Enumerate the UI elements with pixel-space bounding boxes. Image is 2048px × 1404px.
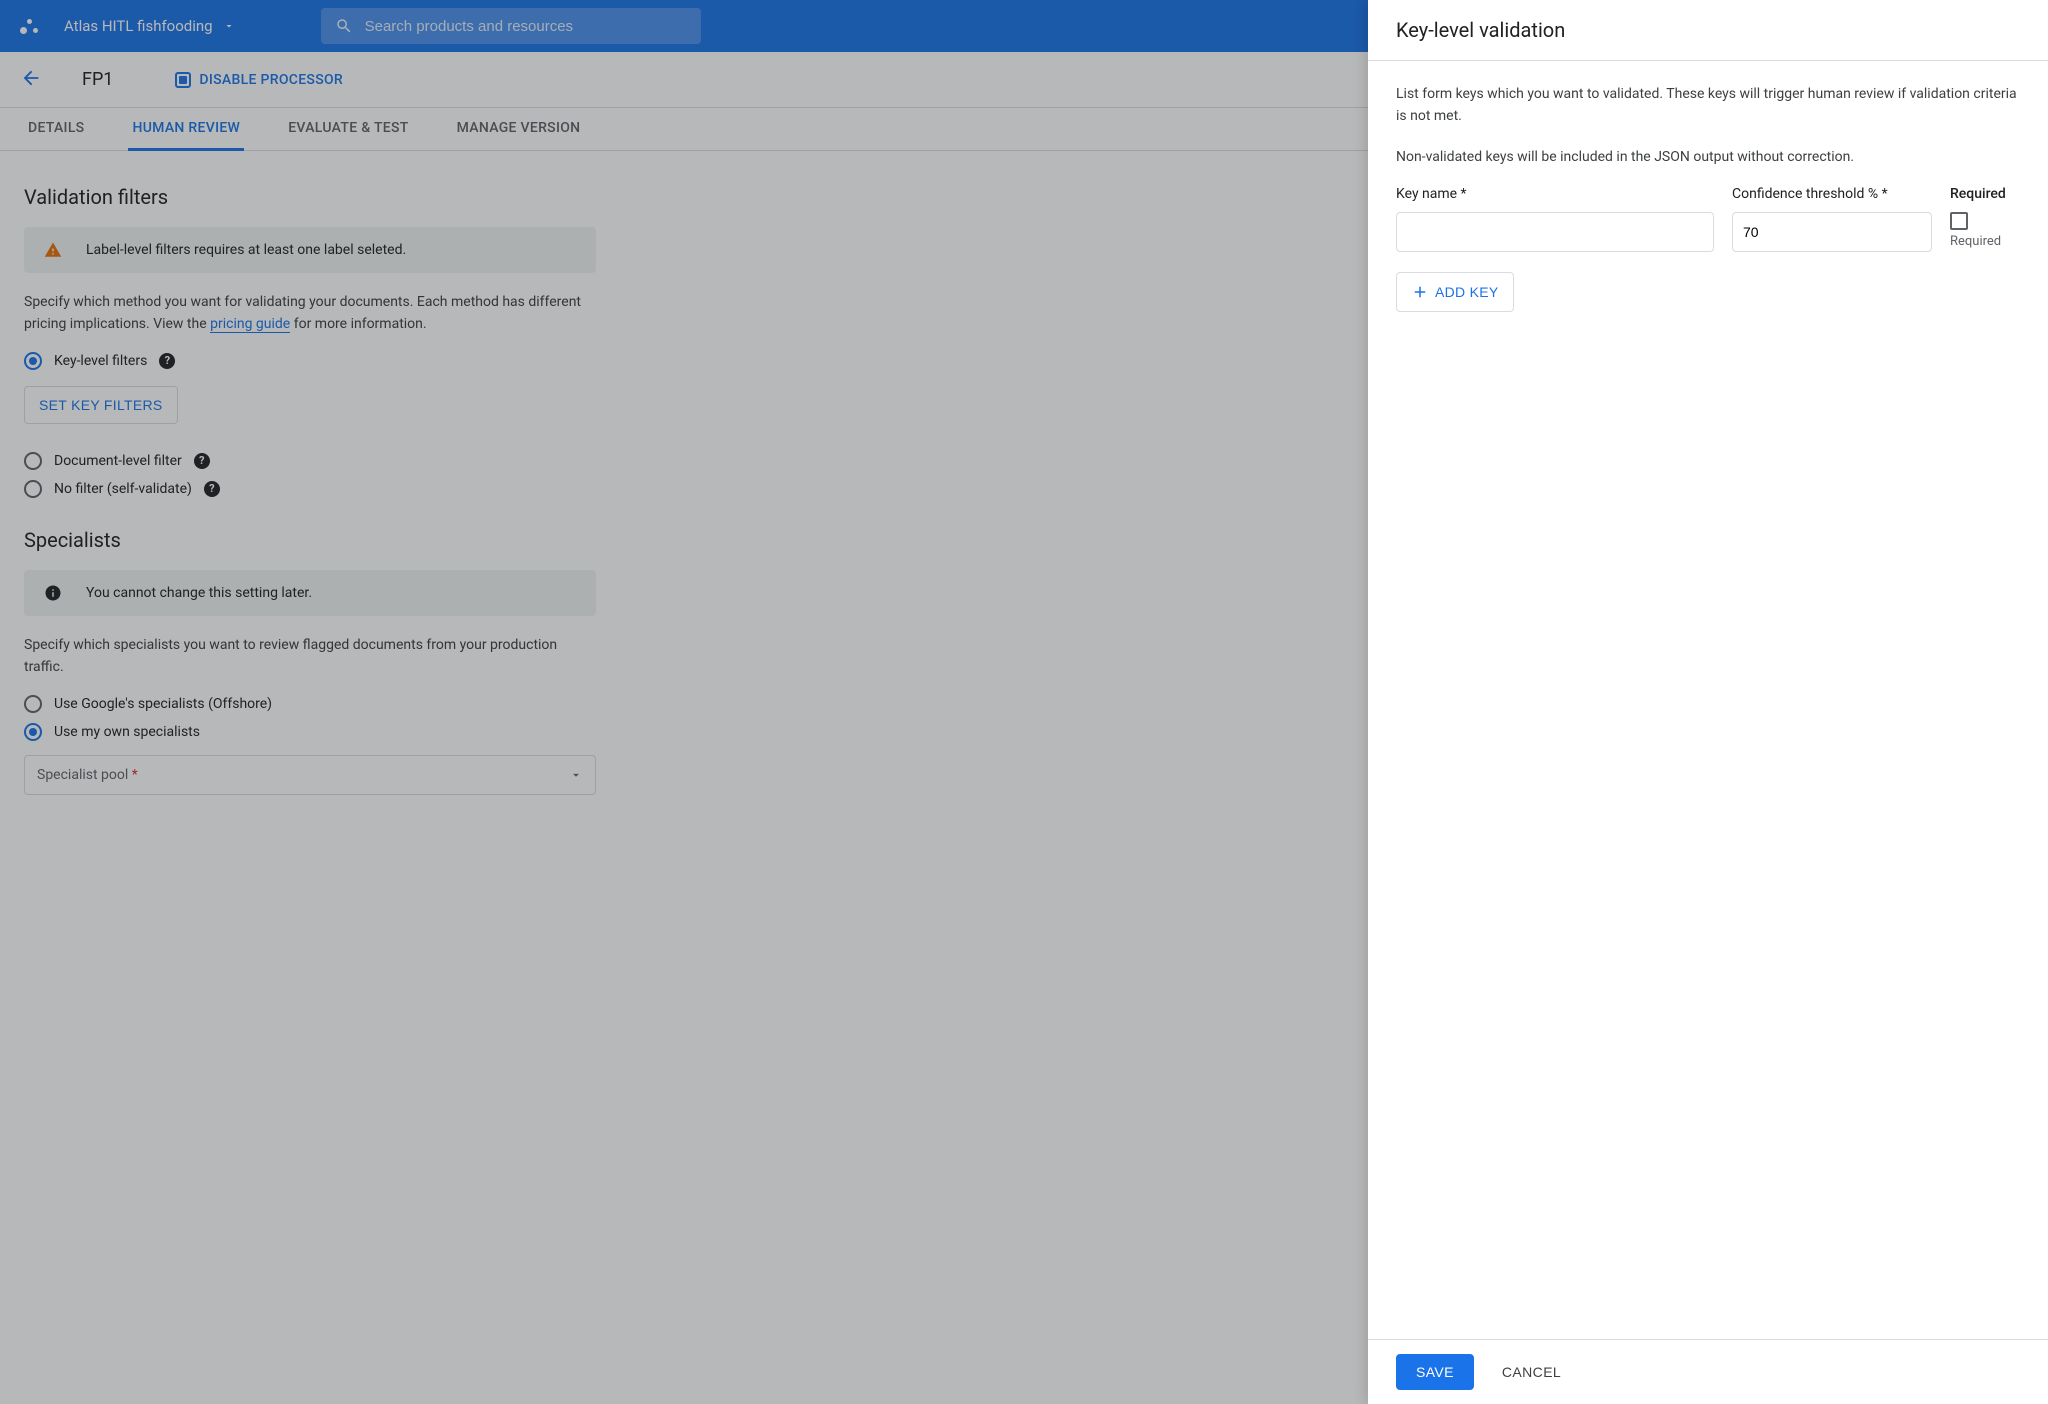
required-sublabel: Required [1950,234,2020,249]
key-name-label: Key name * [1396,186,1714,202]
save-button[interactable]: SAVE [1396,1354,1474,1390]
panel-intro-2: Non-validated keys will be included in t… [1396,146,2020,168]
confidence-input[interactable] [1732,212,1932,252]
panel-footer: SAVE CANCEL [1368,1339,2048,1404]
confidence-field: Confidence threshold % * [1732,186,1932,252]
required-field: Required Required [1950,186,2020,249]
cancel-button[interactable]: CANCEL [1496,1354,1567,1390]
key-level-validation-panel: Key-level validation List form keys whic… [1368,0,2048,1404]
panel-body: List form keys which you want to validat… [1368,61,2048,1339]
confidence-label: Confidence threshold % * [1732,186,1932,202]
key-name-input[interactable] [1396,212,1714,252]
required-header: Required [1950,186,2020,202]
panel-title: Key-level validation [1368,0,2048,61]
add-key-label: ADD KEY [1435,284,1499,300]
panel-intro-1: List form keys which you want to validat… [1396,83,2020,128]
add-key-button[interactable]: ADD KEY [1396,272,1514,312]
required-checkbox[interactable] [1950,212,1968,230]
plus-icon [1411,283,1429,301]
key-name-field: Key name * [1396,186,1714,252]
